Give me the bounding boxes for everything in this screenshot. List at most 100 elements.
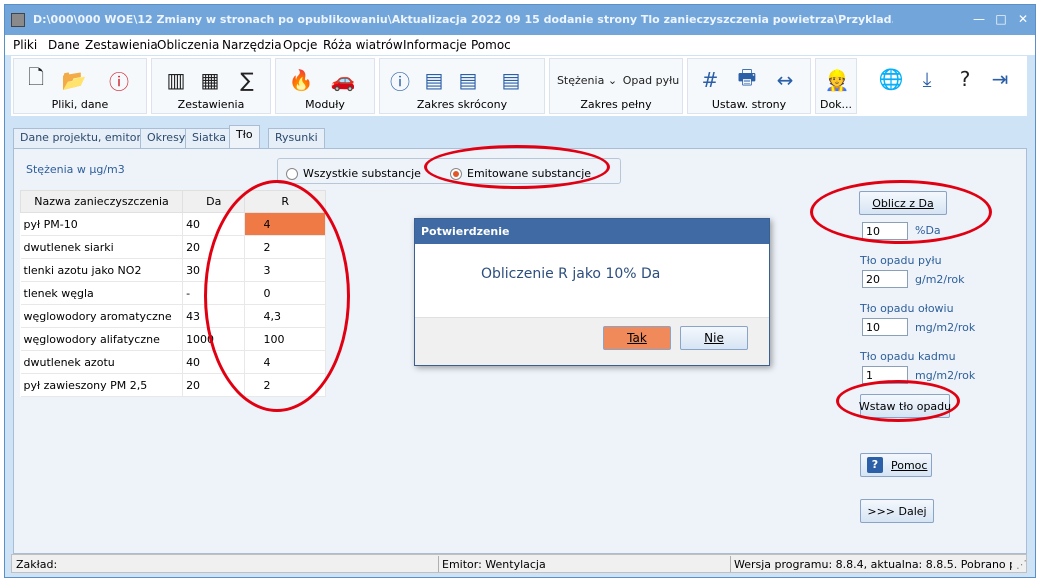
dust-fall-unit: g/m2/rok xyxy=(915,273,965,286)
app-icon xyxy=(11,13,25,27)
tab-rysunki[interactable]: Rysunki xyxy=(268,128,325,148)
ribbon-toolbar: 🗋 📂 ⓘ Pliki, dane ▥ ▦ ∑ Zestawienia 🔥 🚗 … xyxy=(11,56,1027,116)
group-zakres-skrocony: ⓘ ▤ ▤ ▤ Zakres skrócony xyxy=(379,58,545,114)
da-value: 40 xyxy=(182,350,246,374)
radio-emit-label: Emitowane substancje xyxy=(467,167,592,180)
grid-5mm-dropdown-icon[interactable]: ▤ xyxy=(488,65,534,95)
help-question-icon[interactable]: ? xyxy=(951,64,979,94)
open-folder-icon[interactable]: 📂 xyxy=(54,65,94,95)
new-file-icon[interactable]: 🗋 xyxy=(24,65,48,95)
sum-icon[interactable]: ∑ xyxy=(230,65,264,95)
status-separator xyxy=(730,556,731,572)
fire-icon[interactable]: 🔥 xyxy=(286,65,316,95)
warning-icon[interactable]: ⓘ xyxy=(104,65,134,95)
r-value-cell[interactable]: 3 xyxy=(244,258,326,282)
radio-emitted-substances[interactable]: Emitowane substancje xyxy=(450,167,591,180)
pollutant-name: węglowodory aromatyczne xyxy=(20,304,184,328)
help-button[interactable]: ? Pomoc xyxy=(860,453,932,477)
close-icon[interactable]: ✕ xyxy=(1013,11,1033,27)
download-icon[interactable]: ⤓ xyxy=(913,64,941,94)
r-value-cell[interactable]: 2 xyxy=(244,235,326,259)
da-value: 20 xyxy=(182,235,246,259)
group-label: Zakres pełny xyxy=(580,98,652,111)
menu-obliczenia[interactable]: Obliczenia xyxy=(157,38,219,52)
dialog-no-button[interactable]: Nie xyxy=(680,326,748,350)
menu-pliki[interactable]: Pliki xyxy=(13,38,37,52)
dust-fall-label: Tło opadu pyłu xyxy=(860,254,942,267)
table-row: węglowodory aromatyczne 43 4,3 xyxy=(20,304,326,328)
group-label: Pliki, dane xyxy=(51,98,109,111)
maximize-icon[interactable]: □ xyxy=(991,11,1011,27)
cadmium-fall-unit: mg/m2/rok xyxy=(915,369,976,382)
grid-5mm-alt-icon[interactable]: ▤ xyxy=(454,65,482,95)
stezenia-dropdown[interactable]: Stężenia ⌄ xyxy=(554,65,620,95)
lead-fall-input[interactable]: 10 xyxy=(862,318,908,336)
status-zaklad: Zakład: xyxy=(16,558,58,571)
menu-pomoc[interactable]: Pomoc xyxy=(471,38,511,52)
dialog-yes-button[interactable]: Tak xyxy=(603,326,671,350)
dialog-footer: Tak Nie xyxy=(415,317,769,365)
da-value: - xyxy=(182,281,246,305)
group-pliki-dane: 🗋 📂 ⓘ Pliki, dane xyxy=(13,58,147,114)
next-button[interactable]: >>> Dalej xyxy=(860,499,934,523)
pollutant-name: pył zawieszony PM 2,5 xyxy=(20,373,184,397)
printer-icon[interactable]: 🖶 xyxy=(732,65,762,95)
confirm-dialog: Potwierdzenie Obliczenie R jako 10% Da T… xyxy=(414,218,770,366)
table-row: tlenki azotu jako NO2 30 3 xyxy=(20,258,326,282)
table-icon[interactable]: ▦ xyxy=(196,65,224,95)
grid-5mm-icon[interactable]: ▤ xyxy=(420,65,448,95)
resize-grip-icon[interactable]: ⋰ xyxy=(1016,558,1027,571)
menu-zestawienia[interactable]: Zestawienia xyxy=(85,38,158,52)
radio-all-label: Wszystkie substancje xyxy=(303,167,421,180)
table-row: tlenek węgla - 0 xyxy=(20,281,326,305)
table-row: pył PM-10 40 4 xyxy=(20,212,326,236)
substance-filter: Wszystkie substancje Emitowane substancj… xyxy=(277,158,621,184)
title-bar: D:\000\000 WOE\12 Zmiany w stronach po o… xyxy=(5,5,1035,35)
lead-fall-label: Tło opadu ołowiu xyxy=(860,302,954,315)
status-version: Wersja programu: 8.8.4, aktualna: 8.8.5.… xyxy=(734,558,1012,571)
tab-tlo[interactable]: Tło xyxy=(229,125,260,149)
pollutant-name: dwutlenek azotu xyxy=(20,350,184,374)
columns-icon[interactable]: ▥ xyxy=(162,65,190,95)
page-width-icon[interactable]: ↔ xyxy=(770,65,800,95)
group-extra: 🌐 ⤓ ? ⇥ xyxy=(861,58,1025,114)
tab-dane-projektu[interactable]: Dane projektu, emitory xyxy=(13,128,155,148)
tab-siatka[interactable]: Siatka xyxy=(185,128,234,148)
menu-informacje[interactable]: Informacje xyxy=(403,38,467,52)
globe-icon[interactable]: 🌐 xyxy=(877,64,905,94)
opad-pylu-button[interactable]: Opad pyłu xyxy=(622,65,680,95)
r-value-cell[interactable]: 4,3 xyxy=(244,304,326,328)
tab-strip: Dane projektu, emitory Okresy Siatka Tło… xyxy=(13,125,613,149)
r-value-cell[interactable]: 2 xyxy=(244,373,326,397)
minimize-icon[interactable]: — xyxy=(969,11,989,27)
r-value-cell[interactable]: 4 xyxy=(244,212,326,236)
group-label: Dok... xyxy=(819,98,853,111)
percent-da-input[interactable]: 10 xyxy=(862,222,908,240)
calc-from-da-button[interactable]: Oblicz z Da xyxy=(859,191,947,215)
exit-icon[interactable]: ⇥ xyxy=(985,64,1015,94)
car-icon[interactable]: 🚗 xyxy=(322,65,364,95)
cadmium-fall-input[interactable]: 1 xyxy=(862,366,908,384)
da-value: 43 xyxy=(182,304,246,328)
dialog-title: Potwierdzenie xyxy=(415,219,769,244)
menu-narzedzia[interactable]: Narzędzia xyxy=(222,38,282,52)
worker-icon[interactable]: 👷 xyxy=(822,65,852,95)
menu-roza-wiatrow[interactable]: Róża wiatrów xyxy=(323,38,403,52)
help-question-icon: ? xyxy=(867,457,883,473)
pollutant-name: tlenki azotu jako NO2 xyxy=(20,258,184,282)
window-title: D:\000\000 WOE\12 Zmiany w stronach po o… xyxy=(33,13,893,26)
percent-da-unit: %Da xyxy=(915,224,941,237)
page-grid-icon[interactable]: # xyxy=(696,65,724,95)
info-icon[interactable]: ⓘ xyxy=(386,65,414,95)
dust-fall-input[interactable]: 20 xyxy=(862,270,908,288)
r-value-cell[interactable]: 4 xyxy=(244,350,326,374)
menu-dane[interactable]: Dane xyxy=(48,38,80,52)
r-value-cell[interactable]: 0 xyxy=(244,281,326,305)
insert-background-button[interactable]: Wstaw tło opadu xyxy=(859,394,951,418)
pollutant-name: dwutlenek siarki xyxy=(20,235,184,259)
menu-opcje[interactable]: Opcje xyxy=(283,38,317,52)
radio-off-icon xyxy=(286,167,298,180)
radio-all-substances[interactable]: Wszystkie substancje xyxy=(286,167,421,180)
r-value-cell[interactable]: 100 xyxy=(244,327,326,351)
pollutant-name: tlenek węgla xyxy=(20,281,184,305)
